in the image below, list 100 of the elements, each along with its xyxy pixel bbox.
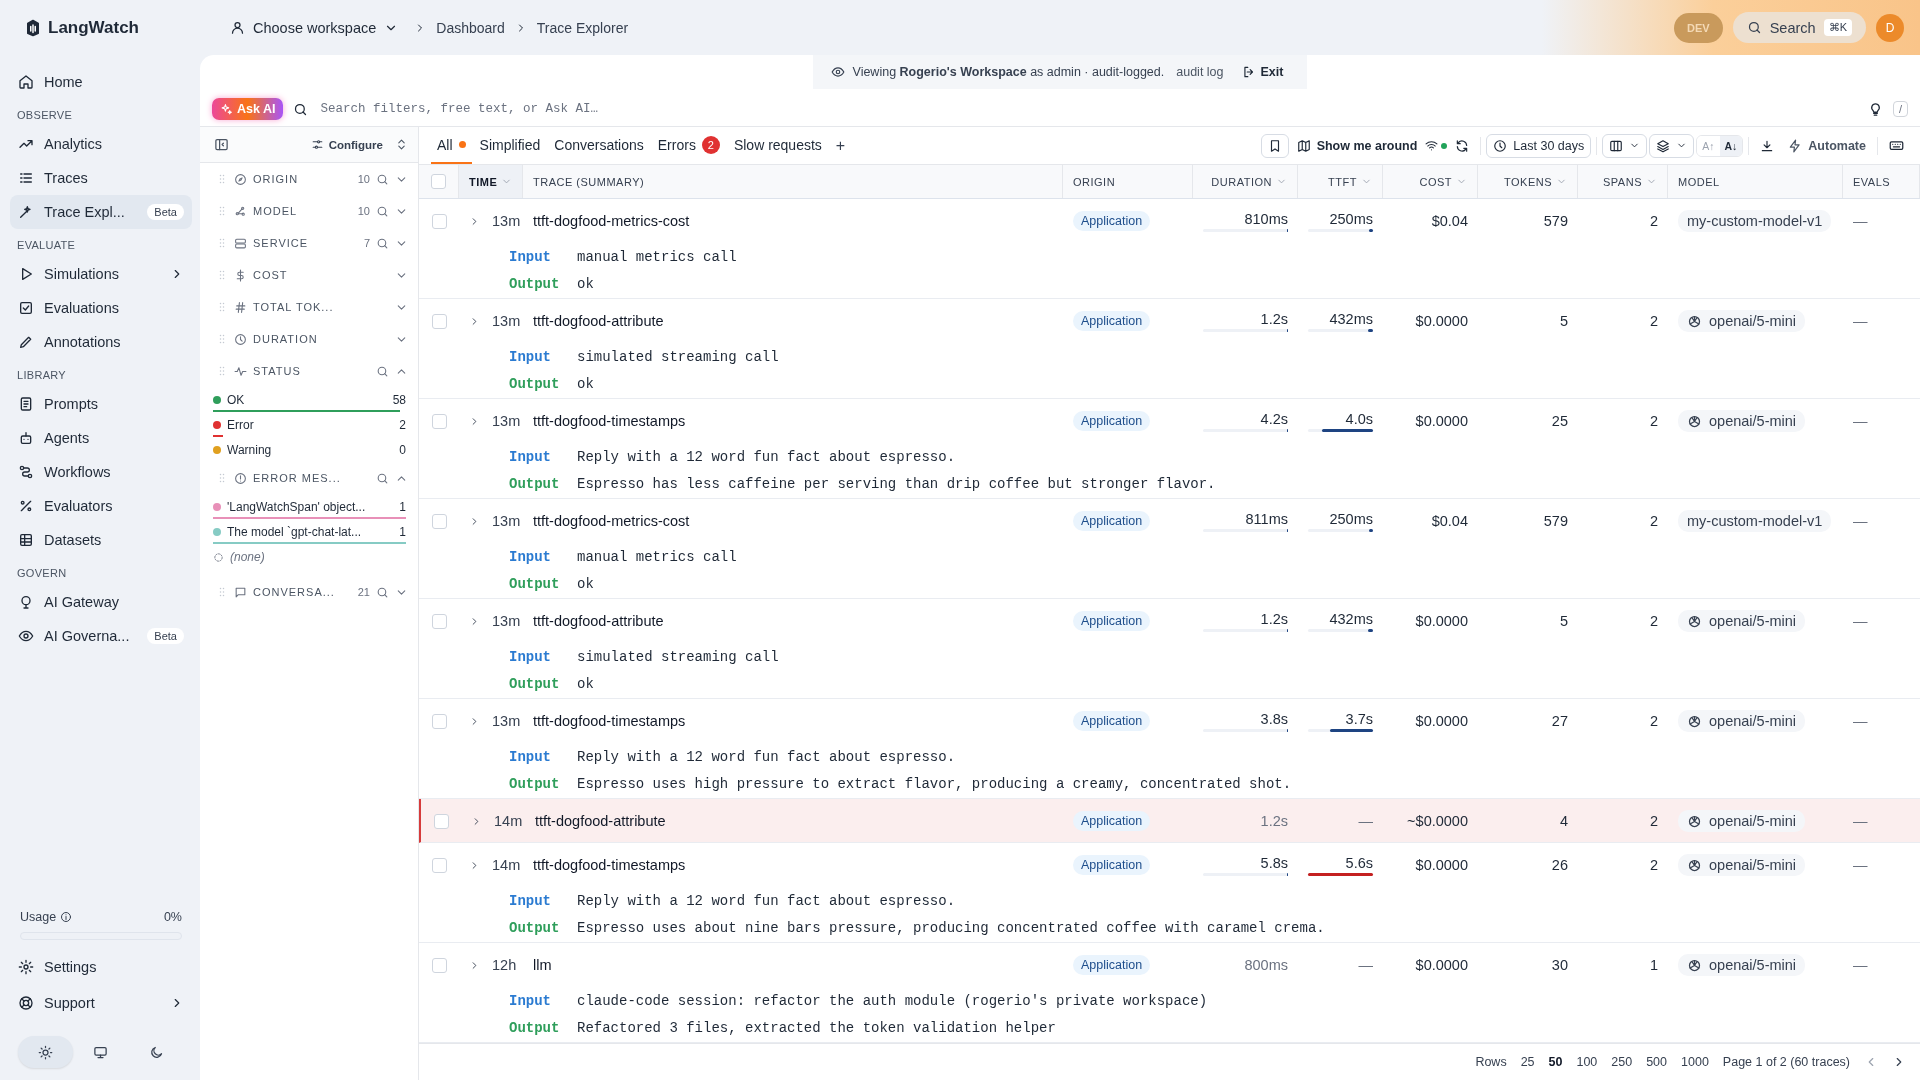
breadcrumb-link[interactable]: Trace Explorer	[536, 19, 629, 36]
trace-name[interactable]: llm	[533, 957, 552, 973]
bookmark-button[interactable]	[1260, 133, 1289, 158]
trace-name[interactable]: ttft-dogfood-metrics-cost	[533, 513, 690, 529]
trace-name[interactable]: ttft-dogfood-timestamps	[533, 713, 686, 729]
filter-group[interactable]: TOTAL TOK...	[200, 291, 418, 323]
trace-name[interactable]: ttft-dogfood-metrics-cost	[533, 213, 690, 229]
row-checkbox[interactable]	[431, 857, 447, 873]
theme-button[interactable]	[18, 1036, 74, 1068]
trace-name[interactable]: ttft-dogfood-attribute	[535, 813, 666, 829]
nav-item[interactable]: Analytics	[10, 127, 192, 161]
trace-name[interactable]: ttft-dogfood-timestamps	[533, 413, 686, 429]
exit-button[interactable]: Exit	[1235, 64, 1290, 80]
nav-item[interactable]: Datasets	[10, 523, 192, 557]
page-size-option[interactable]: 50	[1548, 1055, 1563, 1069]
filter-group[interactable]: ERROR MES...	[200, 462, 418, 494]
tour-button[interactable]: Show me around	[1290, 134, 1424, 157]
cost-cell: $0.0000	[1415, 313, 1468, 329]
add-tab-button[interactable]: +	[829, 136, 852, 155]
trace-name[interactable]: ttft-dogfood-timestamps	[533, 857, 686, 873]
nav-item[interactable]: Simulations	[10, 257, 192, 291]
column-header[interactable]: TOKENS	[1478, 165, 1578, 198]
configure-button[interactable]: Configure	[304, 137, 389, 152]
nav-item[interactable]: Evaluations	[10, 291, 192, 325]
nav-item[interactable]: Evaluators	[10, 489, 192, 523]
ask-ai-button[interactable]: Ask AI	[212, 98, 284, 120]
layers-icon	[1656, 138, 1671, 153]
nav-item[interactable]: Support	[10, 986, 192, 1020]
page-size-option[interactable]: 1000	[1681, 1055, 1709, 1069]
layers-button[interactable]	[1649, 133, 1695, 158]
filter-group[interactable]: SERVICE 7	[200, 227, 418, 259]
nav-item[interactable]: Home	[10, 65, 192, 99]
trace-name[interactable]: ttft-dogfood-attribute	[533, 313, 664, 329]
view-tab[interactable]: Errors 2	[651, 127, 726, 164]
column-header[interactable]: TRACE (SUMMARY)	[523, 165, 1063, 198]
spans-cell: 2	[1649, 613, 1658, 629]
page-size-option[interactable]: 100	[1576, 1055, 1598, 1069]
filter-group[interactable]: ORIGIN 10	[200, 163, 418, 195]
column-header[interactable]: COST	[1383, 165, 1478, 198]
nav-item[interactable]: Settings	[10, 950, 192, 984]
column-header[interactable]: TTFT	[1298, 165, 1383, 198]
filter-option[interactable]: OK 58	[213, 387, 406, 412]
row-checkbox[interactable]	[431, 513, 447, 529]
search-field[interactable]: Search filters, free text, or Ask AI…	[318, 101, 1858, 117]
filter-label: TOTAL TOK...	[253, 301, 335, 313]
section-label: OBSERVE	[16, 108, 74, 123]
columns-button[interactable]	[1602, 133, 1648, 158]
filter-group[interactable]: DURATION	[200, 323, 418, 355]
column-header[interactable]: TIME	[459, 165, 523, 198]
row-checkbox[interactable]	[431, 213, 447, 229]
filter-group[interactable]: COST	[200, 259, 418, 291]
nav-item[interactable]: Traces	[10, 161, 192, 195]
nav-item[interactable]: AI Governa... Beta	[10, 619, 192, 653]
page-size-option[interactable]: 500	[1646, 1055, 1668, 1069]
io-label: Input	[509, 249, 552, 265]
column-header[interactable]: ORIGIN	[1063, 165, 1193, 198]
trace-name[interactable]: ttft-dogfood-attribute	[533, 613, 664, 629]
nav-item[interactable]: Agents	[10, 421, 192, 455]
column-header[interactable]: DURATION	[1193, 165, 1298, 198]
search-button[interactable]: Search ⌘K	[1732, 12, 1866, 43]
view-tab[interactable]: Simplified	[473, 127, 547, 164]
select-all-checkbox[interactable]	[431, 174, 446, 189]
audit-log-link[interactable]: audit log	[1176, 65, 1224, 79]
column-header[interactable]: MODEL	[1668, 165, 1843, 198]
row-checkbox[interactable]	[431, 413, 447, 429]
filter-option[interactable]: Error 2	[213, 412, 406, 437]
nav-item[interactable]: Prompts	[10, 387, 192, 421]
row-checkbox[interactable]	[431, 957, 447, 973]
nav-item[interactable]: Trace Expl... Beta	[10, 195, 192, 229]
filter-option[interactable]: Warning 0	[213, 437, 406, 462]
time-cell: 14m	[492, 857, 521, 873]
view-tab[interactable]: Slow requests	[727, 127, 828, 164]
column-header[interactable]: SPANS	[1578, 165, 1668, 198]
page-size-option[interactable]: 25	[1520, 1055, 1535, 1069]
column-header[interactable]: EVALS	[1843, 165, 1920, 198]
row-checkbox[interactable]	[431, 713, 447, 729]
filter-group[interactable]: MODEL 10	[200, 195, 418, 227]
automate-button[interactable]: Automate	[1782, 134, 1872, 157]
nav-item[interactable]: AI Gateway	[10, 585, 192, 619]
evals-cell: —	[1853, 213, 1868, 229]
breadcrumb-link[interactable]: Dashboard	[436, 19, 505, 36]
filter-option[interactable]: The model `gpt-chat-lat... 1	[213, 519, 406, 544]
text-size-option[interactable]: A↓	[1719, 135, 1743, 156]
date-range-button[interactable]: Last 30 days	[1486, 133, 1592, 158]
io-label: Output	[509, 776, 561, 792]
row-checkbox[interactable]	[433, 813, 449, 829]
model-logo-icon	[1687, 613, 1702, 629]
row-checkbox[interactable]	[431, 313, 447, 329]
view-tab[interactable]: Conversations	[548, 127, 650, 164]
io-label: Output	[509, 276, 561, 292]
filter-option[interactable]: (none)	[230, 550, 265, 564]
nav-item[interactable]: Annotations	[10, 325, 192, 359]
row-checkbox[interactable]	[431, 613, 447, 629]
filter-group[interactable]: CONVERSA... 21	[200, 576, 418, 608]
nav-item[interactable]: Workflows	[10, 455, 192, 489]
checkbox-icon	[18, 300, 34, 316]
filter-option[interactable]: 'LangWatchSpan' object... 1	[213, 494, 406, 519]
page-size-option[interactable]: 250	[1611, 1055, 1633, 1069]
filter-group[interactable]: STATUS	[200, 355, 418, 387]
workspace-selector[interactable]: Choose workspace	[224, 18, 405, 37]
